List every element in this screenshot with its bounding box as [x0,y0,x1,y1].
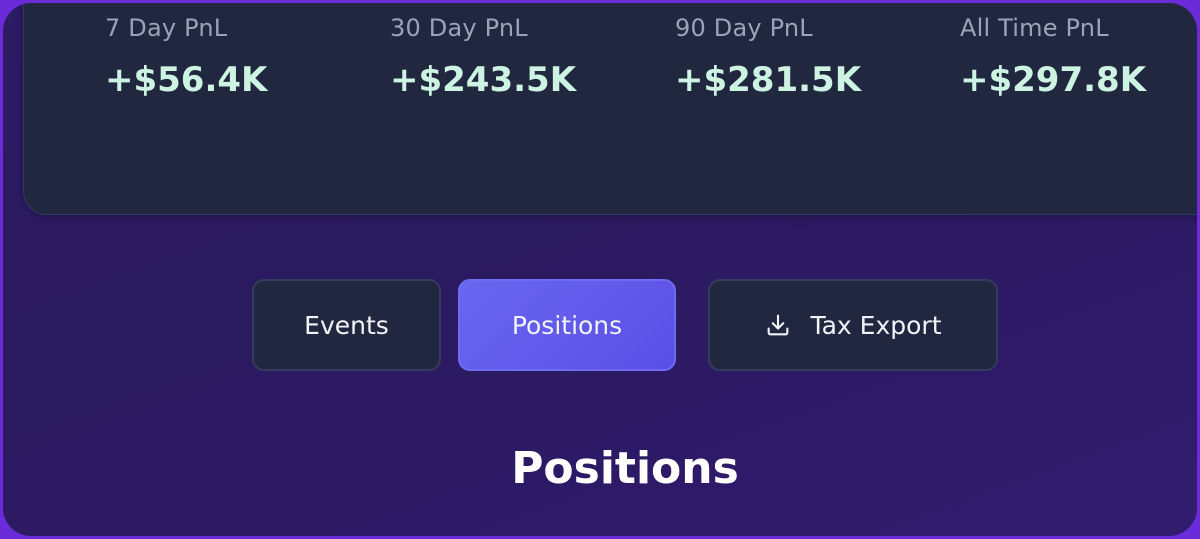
tab-positions[interactable]: Positions [458,279,676,371]
stat-label: All Time PnL [960,14,1109,42]
tab-positions-label: Positions [511,310,623,340]
tab-events[interactable]: Events [252,279,441,371]
stat-all-time-pnl: All Time PnL +$297.8K [960,14,1146,100]
download-icon [764,311,792,339]
tab-events-label: Events [304,310,389,340]
app-frame: 7 Day PnL +$56.4K 30 Day PnL +$243.5K 90… [3,3,1197,536]
stat-value: +$56.4K [105,60,268,100]
section-title: Positions [511,443,739,494]
stat-label: 90 Day PnL [675,14,813,42]
stat-30-day-pnl: 30 Day PnL +$243.5K [390,14,576,100]
tax-export-label: Tax Export [810,310,942,340]
stat-7-day-pnl: 7 Day PnL +$56.4K [105,14,267,100]
stat-90-day-pnl: 90 Day PnL +$281.5K [675,14,861,100]
pnl-summary-card: 7 Day PnL +$56.4K 30 Day PnL +$243.5K 90… [23,3,1197,215]
stat-label: 30 Day PnL [390,14,528,42]
stat-value: +$297.8K [960,60,1147,100]
stat-value: +$281.5K [675,60,862,100]
stat-label: 7 Day PnL [105,14,228,42]
tax-export-button[interactable]: Tax Export [708,279,998,371]
stat-value: +$243.5K [390,60,577,100]
